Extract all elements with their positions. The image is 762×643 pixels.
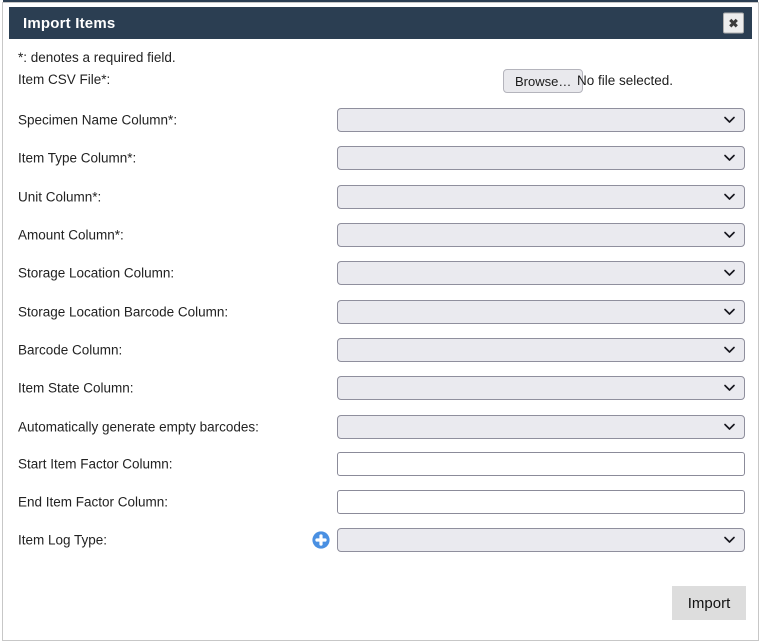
plus-icon [312,531,330,549]
item-state-column-select[interactable] [337,376,745,400]
item-csv-file-label: Item CSV File*: [18,72,110,87]
form-row: Start Item Factor Column: [18,452,745,476]
auto-generate-barcodes-select[interactable] [337,415,745,439]
dialog-content: *: denotes a required field. Item CSV Fi… [0,0,762,643]
chevron-down-icon [724,385,735,392]
form-row: Item State Column: [18,376,745,400]
chevron-down-icon [724,309,735,316]
form-row: Amount Column*: [18,223,745,247]
unit-column-select[interactable] [337,185,745,209]
item-log-type-select[interactable] [337,528,745,552]
add-item-log-type-button[interactable] [312,531,330,549]
form-row: Item Type Column*: [18,146,745,170]
storage-location-column-label: Storage Location Column: [18,266,174,281]
browse-button[interactable]: Browse… [503,69,583,93]
chevron-down-icon [724,347,735,354]
required-field-note: *: denotes a required field. [18,50,176,65]
chevron-down-icon [724,537,735,544]
end-item-factor-input[interactable] [337,490,745,514]
chevron-down-icon [724,424,735,431]
barcode-column-label: Barcode Column: [18,343,122,358]
import-button[interactable]: Import [672,586,746,620]
amount-column-select[interactable] [337,223,745,247]
chevron-down-icon [724,232,735,239]
storage-location-barcode-column-select[interactable] [337,300,745,324]
chevron-down-icon [724,194,735,201]
form-row: Automatically generate empty barcodes: [18,415,745,439]
start-item-factor-input[interactable] [337,452,745,476]
item-state-column-label: Item State Column: [18,381,134,396]
chevron-down-icon [724,270,735,277]
form-row: Storage Location Barcode Column: [18,300,745,324]
end-item-factor-column-label: End Item Factor Column: [18,495,168,510]
form-row: Specimen Name Column*: [18,108,745,132]
auto-generate-barcodes-label: Automatically generate empty barcodes: [18,420,259,435]
form-row: End Item Factor Column: [18,490,745,514]
chevron-down-icon [724,117,735,124]
item-type-column-label: Item Type Column*: [18,151,136,166]
storage-location-barcode-column-label: Storage Location Barcode Column: [18,305,228,320]
file-status-text: No file selected. [577,73,673,88]
barcode-column-select[interactable] [337,338,745,362]
specimen-name-column-label: Specimen Name Column*: [18,113,177,128]
unit-column-label: Unit Column*: [18,190,101,205]
form-row: Barcode Column: [18,338,745,362]
item-type-column-select[interactable] [337,146,745,170]
chevron-down-icon [724,155,735,162]
item-log-type-label: Item Log Type: [18,533,107,548]
storage-location-column-select[interactable] [337,261,745,285]
form-row: Unit Column*: [18,185,745,209]
amount-column-label: Amount Column*: [18,228,124,243]
page-top-edge [3,0,758,2]
form-row: Storage Location Column: [18,261,745,285]
specimen-name-column-select[interactable] [337,108,745,132]
start-item-factor-column-label: Start Item Factor Column: [18,457,173,472]
form-row: Item Log Type: [18,528,745,552]
